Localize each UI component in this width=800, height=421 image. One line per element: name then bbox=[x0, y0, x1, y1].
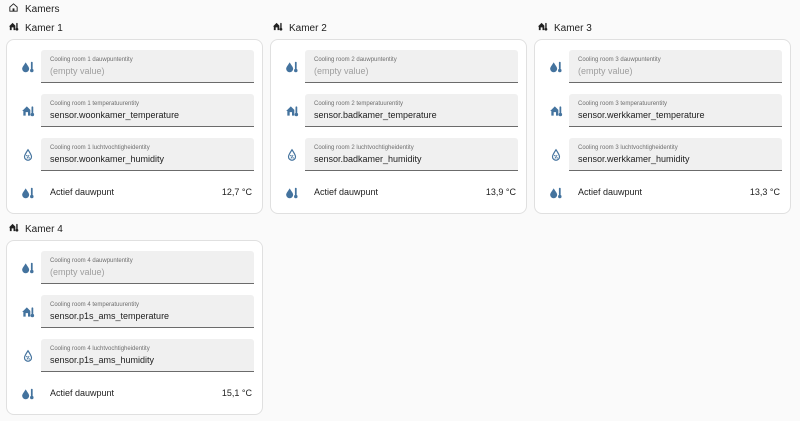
dewpoint-entity-field[interactable]: Cooling room 1 dauwpuntentity (empty val… bbox=[41, 50, 254, 83]
sensor-value: 12,7 °C bbox=[221, 187, 252, 197]
dew-point-icon bbox=[549, 60, 563, 74]
water-percent-icon bbox=[21, 148, 35, 162]
water-percent-icon bbox=[21, 349, 35, 363]
home-thermometer-icon bbox=[8, 21, 19, 35]
home-thermometer-icon bbox=[272, 21, 283, 35]
field-label: Cooling room 1 dauwpuntentity bbox=[50, 57, 133, 63]
dew-point-icon bbox=[21, 261, 35, 275]
home-thermometer-icon bbox=[549, 104, 563, 118]
home-thermometer-icon bbox=[285, 104, 299, 118]
humidity-entity-field[interactable]: Cooling room 3 luchtvochtigheidentity se… bbox=[569, 138, 782, 171]
sensor-name: Actief dauwpunt bbox=[314, 187, 379, 197]
room-title-label: Kamer 3 bbox=[554, 22, 592, 34]
field-value: sensor.werkkamer_humidity bbox=[578, 154, 690, 164]
home-thermometer-icon bbox=[537, 21, 548, 35]
field-value: (empty value) bbox=[578, 66, 633, 76]
home-thermometer-icon bbox=[8, 222, 19, 236]
field-value: (empty value) bbox=[50, 66, 105, 76]
field-value: sensor.p1s_ams_temperature bbox=[50, 311, 170, 321]
temperature-entity-field[interactable]: Cooling room 2 temperatuurentity sensor.… bbox=[305, 94, 518, 127]
room-title-2: Kamer 2 bbox=[272, 21, 327, 35]
field-label: Cooling room 3 temperatuurentity bbox=[578, 101, 668, 107]
room-card-2: Cooling room 2 dauwpuntentity (empty val… bbox=[270, 39, 527, 214]
sensor-name: Actief dauwpunt bbox=[50, 187, 115, 197]
dew-point-icon bbox=[549, 186, 563, 200]
temperature-entity-field[interactable]: Cooling room 1 temperatuurentity sensor.… bbox=[41, 94, 254, 127]
humidity-entity-field[interactable]: Cooling room 1 luchtvochtigheidentity se… bbox=[41, 138, 254, 171]
field-value: sensor.woonkamer_humidity bbox=[50, 154, 165, 164]
dew-point-icon bbox=[21, 387, 35, 401]
field-label: Cooling room 2 luchtvochtigheidentity bbox=[314, 145, 414, 151]
sensor-value: 13,9 °C bbox=[485, 187, 516, 197]
dewpoint-entity-field[interactable]: Cooling room 4 dauwpuntentity (empty val… bbox=[41, 251, 254, 284]
field-value: sensor.badkamer_humidity bbox=[314, 154, 422, 164]
sensor-value: 13,3 °C bbox=[749, 187, 780, 197]
room-title-4: Kamer 4 bbox=[8, 222, 63, 236]
field-value: sensor.woonkamer_temperature bbox=[50, 110, 180, 120]
field-value: sensor.werkkamer_temperature bbox=[578, 110, 705, 120]
water-percent-icon bbox=[285, 148, 299, 162]
temperature-entity-field[interactable]: Cooling room 4 temperatuurentity sensor.… bbox=[41, 295, 254, 328]
home-thermometer-icon bbox=[21, 305, 35, 319]
field-label: Cooling room 1 luchtvochtigheidentity bbox=[50, 145, 150, 151]
humidity-entity-field[interactable]: Cooling room 4 luchtvochtigheidentity se… bbox=[41, 339, 254, 372]
humidity-entity-field[interactable]: Cooling room 2 luchtvochtigheidentity se… bbox=[305, 138, 518, 171]
field-label: Cooling room 2 temperatuurentity bbox=[314, 101, 404, 107]
field-label: Cooling room 4 temperatuurentity bbox=[50, 302, 140, 308]
home-thermometer-icon bbox=[21, 104, 35, 118]
sensor-name: Actief dauwpunt bbox=[578, 187, 643, 197]
water-percent-icon bbox=[549, 148, 563, 162]
field-label: Cooling room 4 dauwpuntentity bbox=[50, 258, 133, 264]
section-title: Kamers bbox=[25, 3, 60, 15]
field-label: Cooling room 1 temperatuurentity bbox=[50, 101, 140, 107]
room-card-3: Cooling room 3 dauwpuntentity (empty val… bbox=[534, 39, 791, 214]
dew-point-icon bbox=[21, 60, 35, 74]
dew-point-icon bbox=[285, 186, 299, 200]
field-label: Cooling room 3 dauwpuntentity bbox=[578, 57, 661, 63]
room-title-label: Kamer 4 bbox=[25, 223, 63, 235]
section-header: Kamers bbox=[8, 2, 59, 16]
field-label: Cooling room 3 luchtvochtigheidentity bbox=[578, 145, 678, 151]
room-card-4: Cooling room 4 dauwpuntentity (empty val… bbox=[6, 240, 263, 415]
sensor-value: 15,1 °C bbox=[221, 388, 252, 398]
dewpoint-entity-field[interactable]: Cooling room 3 dauwpuntentity (empty val… bbox=[569, 50, 782, 83]
field-value: sensor.badkamer_temperature bbox=[314, 110, 437, 120]
field-label: Cooling room 2 dauwpuntentity bbox=[314, 57, 397, 63]
sensor-name: Actief dauwpunt bbox=[50, 388, 115, 398]
dew-point-icon bbox=[21, 186, 35, 200]
field-value: (empty value) bbox=[50, 267, 105, 277]
field-value: (empty value) bbox=[314, 66, 369, 76]
dewpoint-entity-field[interactable]: Cooling room 2 dauwpuntentity (empty val… bbox=[305, 50, 518, 83]
room-title-label: Kamer 1 bbox=[25, 22, 63, 34]
room-title-label: Kamer 2 bbox=[289, 22, 327, 34]
temperature-entity-field[interactable]: Cooling room 3 temperatuurentity sensor.… bbox=[569, 94, 782, 127]
field-value: sensor.p1s_ams_humidity bbox=[50, 355, 155, 365]
room-title-1: Kamer 1 bbox=[8, 21, 63, 35]
home-outline-icon bbox=[8, 2, 19, 16]
dew-point-icon bbox=[285, 60, 299, 74]
room-card-1: Cooling room 1 dauwpuntentity (empty val… bbox=[6, 39, 263, 214]
room-title-3: Kamer 3 bbox=[537, 21, 592, 35]
field-label: Cooling room 4 luchtvochtigheidentity bbox=[50, 346, 150, 352]
